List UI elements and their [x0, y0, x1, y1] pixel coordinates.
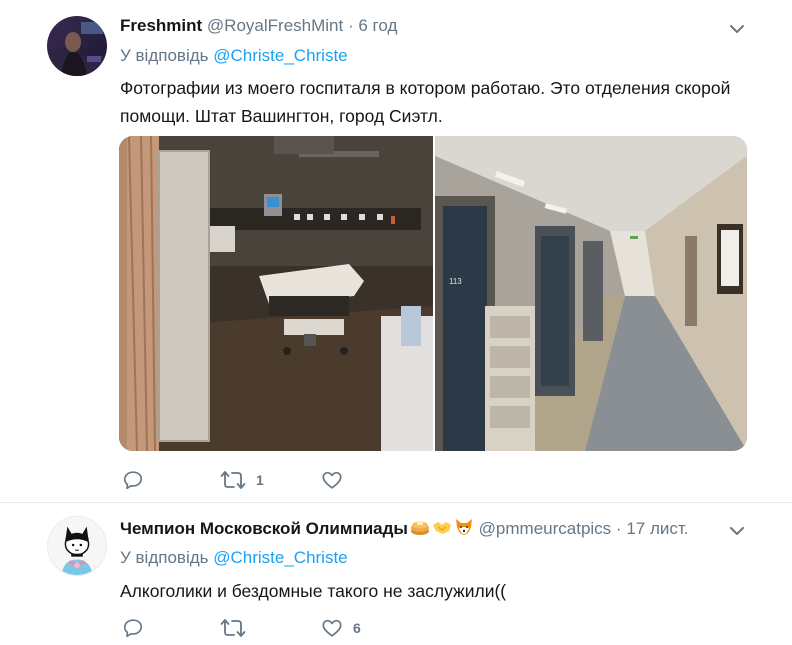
reply-prefix: У відповідь: [120, 548, 209, 567]
like-button[interactable]: [321, 468, 353, 492]
fox-emoji-icon: [455, 519, 472, 535]
reply-to-link[interactable]: @Christe_Christe: [213, 548, 347, 567]
tweet-actions: 1: [122, 468, 422, 492]
reply-icon: [123, 619, 143, 638]
tweet-header: Чемпион Московской Олимпиады @pmmeurcatp…: [120, 517, 689, 540]
heart-icon: [322, 471, 342, 489]
tweet-header: Freshmint @RoyalFreshMint · 6 год: [120, 15, 397, 37]
photo-er-room[interactable]: [119, 136, 433, 451]
separator-dot: ·: [347, 16, 354, 35]
avatar[interactable]: [47, 516, 107, 576]
tweet[interactable]: Freshmint @RoyalFreshMint · 6 год У відп…: [0, 0, 792, 503]
avatar[interactable]: [47, 16, 107, 76]
tweet-text: Алкоголики и бездомные такого не заслужи…: [120, 581, 507, 601]
tweet[interactable]: Чемпион Московской Олимпиады @pmmeurcatp…: [0, 503, 792, 645]
reply-to-link[interactable]: @Christe_Christe: [213, 46, 347, 65]
user-handle[interactable]: @pmmeurcatpics: [479, 519, 612, 538]
photo-hallway[interactable]: 113: [435, 136, 747, 451]
reply-button[interactable]: [122, 468, 154, 492]
reply-context: У відповідь @Christe_Christe: [120, 46, 348, 66]
timestamp[interactable]: 17 лист.: [626, 519, 688, 538]
separator-dot: ·: [615, 519, 622, 538]
display-name[interactable]: Чемпион Московской Олимпиады: [120, 519, 408, 538]
chevron-down-icon[interactable]: [729, 21, 745, 37]
retweet-icon: [220, 619, 246, 637]
reply-button[interactable]: [122, 616, 154, 640]
handshake-emoji-icon: [432, 522, 451, 534]
display-name[interactable]: Freshmint: [120, 16, 202, 35]
like-count: 6: [353, 620, 361, 636]
retweet-button[interactable]: 1: [220, 468, 264, 492]
pancake-emoji-icon: [410, 521, 429, 535]
heart-icon: [322, 619, 342, 637]
chevron-down-icon[interactable]: [729, 523, 745, 539]
reply-prefix: У відповідь: [120, 46, 209, 65]
media-divider: [433, 136, 435, 451]
tweet-text: Фотографии из моего госпиталя в котором …: [120, 78, 731, 126]
tweet-actions: 6: [122, 616, 422, 640]
reply-icon: [123, 471, 143, 490]
tweet-media[interactable]: 113: [119, 136, 747, 451]
timestamp[interactable]: 6 год: [358, 16, 397, 35]
retweet-button[interactable]: [220, 616, 256, 640]
like-button[interactable]: 6: [321, 616, 361, 640]
retweet-count: 1: [256, 472, 264, 488]
room-number-label: 113: [449, 277, 462, 286]
retweet-icon: [220, 471, 246, 489]
reply-context: У відповідь @Christe_Christe: [120, 548, 348, 568]
user-handle[interactable]: @RoyalFreshMint: [207, 16, 343, 35]
